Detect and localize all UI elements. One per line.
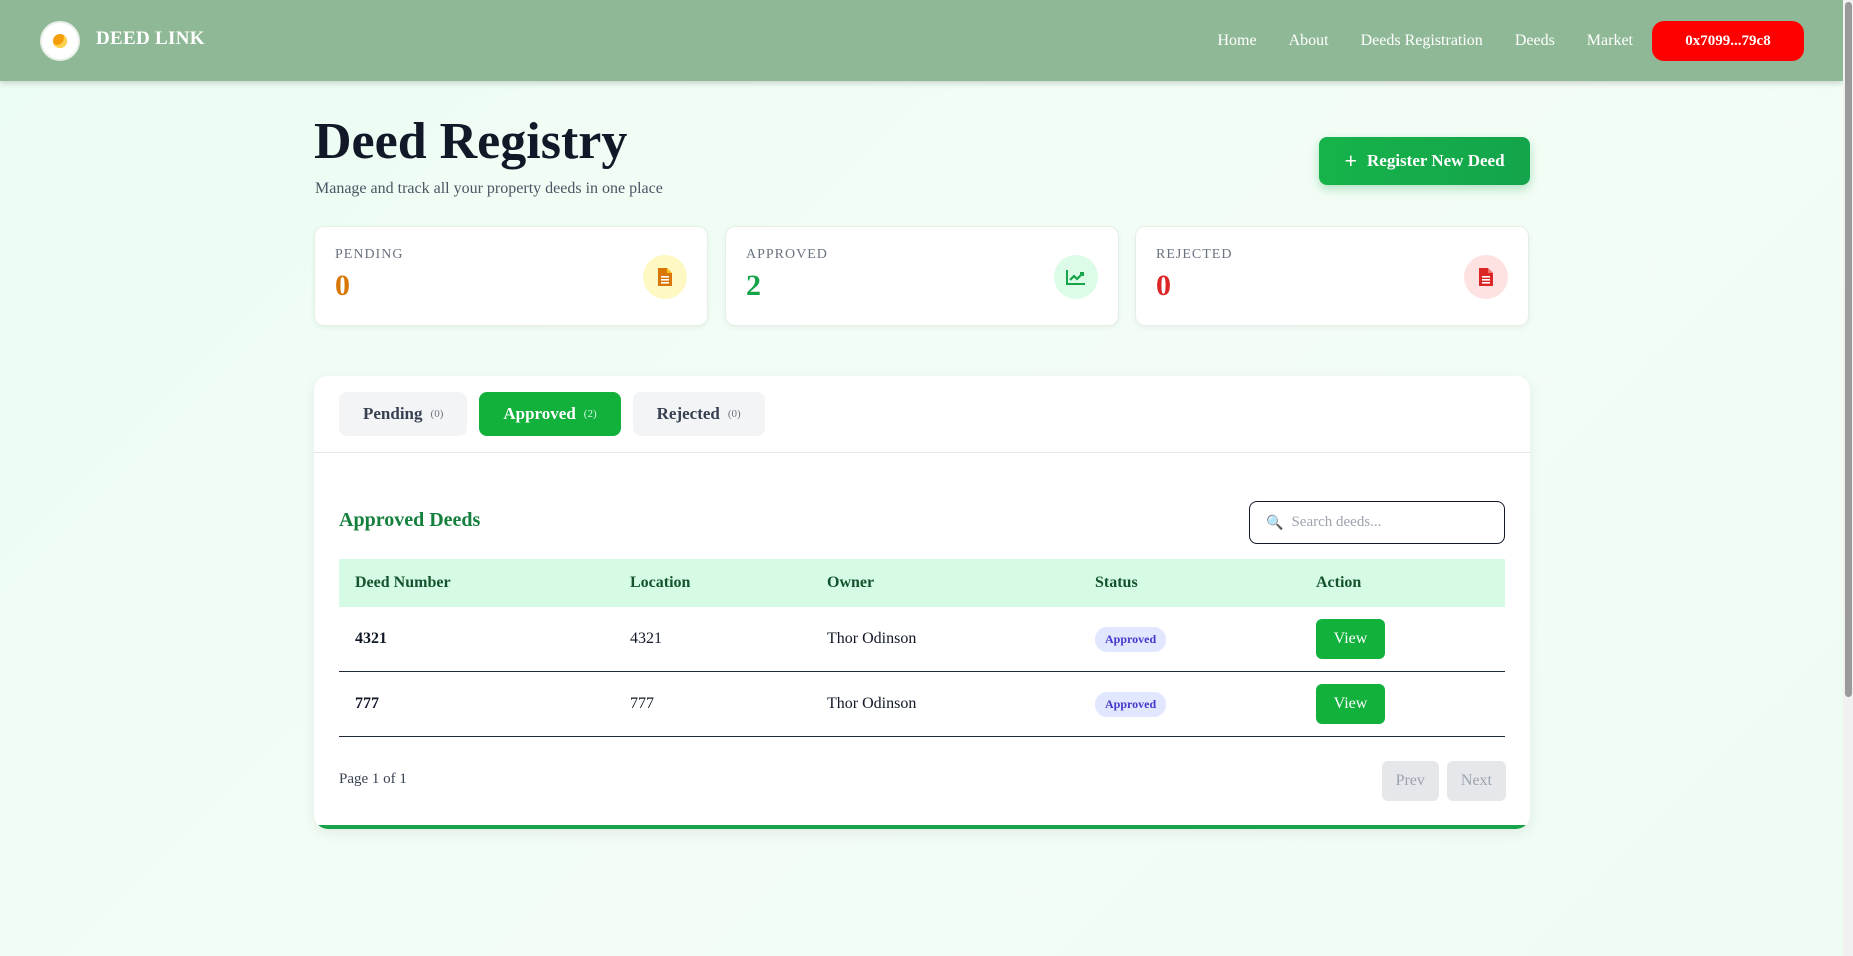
plus-icon: + <box>1344 148 1357 173</box>
page-subtitle: Manage and track all your property deeds… <box>315 180 663 197</box>
deed-number-cell: 4321 <box>355 630 387 647</box>
tab-count: (0) <box>727 408 741 420</box>
divider <box>314 452 1530 453</box>
pagination: Prev Next <box>1381 761 1506 801</box>
view-button[interactable]: View <box>1316 619 1385 659</box>
navbar: DEED LINK Home About Deeds Registration … <box>0 0 1843 81</box>
column-header-action: Action <box>1316 574 1362 591</box>
search-box: 🔍 <box>1249 501 1505 544</box>
stat-card-approved: APPROVED 2 <box>725 226 1119 326</box>
view-button[interactable]: View <box>1316 684 1385 724</box>
status-cell: Approved <box>1079 626 1300 652</box>
stat-label: REJECTED <box>1156 247 1233 262</box>
tab-pending[interactable]: Pending (0) <box>339 392 468 436</box>
nav-link-home[interactable]: Home <box>1218 32 1257 50</box>
status-badge: Approved <box>1095 626 1167 652</box>
prev-button[interactable]: Prev <box>1381 761 1439 801</box>
status-cell: Approved <box>1079 691 1300 717</box>
stat-label: APPROVED <box>746 247 828 262</box>
tab-count: (2) <box>583 408 597 420</box>
tab-count: (0) <box>430 408 444 420</box>
nav-link-about[interactable]: About <box>1289 32 1329 50</box>
stat-value: 0 <box>1156 269 1171 302</box>
tab-label: Pending <box>363 404 423 423</box>
nav-link-market[interactable]: Market <box>1587 32 1633 50</box>
stat-value: 2 <box>746 269 761 302</box>
status-badge: Approved <box>1095 691 1167 717</box>
action-cell: View <box>1300 619 1505 659</box>
scrollbar-thumb[interactable] <box>1845 2 1852 697</box>
stat-label: PENDING <box>335 247 404 262</box>
nav-link-deeds-registration[interactable]: Deeds Registration <box>1361 32 1483 50</box>
column-header-location: Location <box>630 574 691 591</box>
stat-value: 0 <box>335 269 350 302</box>
tab-label: Rejected <box>656 404 720 423</box>
deeds-table: Deed Number Location Owner Status Action… <box>339 559 1505 737</box>
stat-card-rejected: REJECTED 0 <box>1135 226 1529 326</box>
deeds-panel: Pending (0) Approved (2) Rejected (0) Ap… <box>314 376 1530 829</box>
status-tabs: Pending (0) Approved (2) Rejected (0) <box>339 392 765 436</box>
register-new-deed-label: Register New Deed <box>1367 151 1505 170</box>
logo-icon <box>53 34 67 48</box>
document-icon <box>643 255 687 299</box>
location-cell: 777 <box>630 695 654 712</box>
deed-number-cell: 777 <box>355 695 379 712</box>
table-header: Deed Number Location Owner Status Action <box>339 559 1505 607</box>
wallet-address-button[interactable]: 0x7099...79c8 <box>1652 21 1804 61</box>
action-cell: View <box>1300 684 1505 724</box>
tab-label: Approved <box>503 404 576 423</box>
section-title: Approved Deeds <box>339 509 481 531</box>
table-row: 4321 4321 Thor Odinson Approved View <box>339 607 1505 672</box>
logo[interactable] <box>40 21 80 61</box>
next-button[interactable]: Next <box>1446 761 1506 801</box>
column-header-deed-number: Deed Number <box>355 574 451 591</box>
tab-rejected[interactable]: Rejected (0) <box>632 392 765 436</box>
panel-accent-bar <box>314 825 1530 829</box>
nav-links: Home About Deeds Registration Deeds Mark… <box>1218 0 1634 81</box>
column-header-status: Status <box>1095 574 1138 591</box>
owner-cell: Thor Odinson <box>827 630 917 647</box>
search-icon: 🔍 <box>1266 514 1284 531</box>
register-new-deed-button[interactable]: + Register New Deed <box>1319 137 1530 185</box>
owner-cell: Thor Odinson <box>827 695 917 712</box>
nav-link-deeds[interactable]: Deeds <box>1515 32 1555 50</box>
table-row: 777 777 Thor Odinson Approved View <box>339 672 1505 737</box>
tab-approved[interactable]: Approved (2) <box>479 392 621 436</box>
chart-line-icon <box>1054 255 1098 299</box>
page-title: Deed Registry <box>314 113 628 170</box>
brand-name[interactable]: DEED LINK <box>96 28 205 50</box>
stat-card-pending: PENDING 0 <box>314 226 708 326</box>
document-icon <box>1464 255 1508 299</box>
location-cell: 4321 <box>630 630 662 647</box>
search-input[interactable] <box>1291 514 1492 531</box>
pagination-info: Page 1 of 1 <box>339 771 407 787</box>
column-header-owner: Owner <box>827 574 875 591</box>
